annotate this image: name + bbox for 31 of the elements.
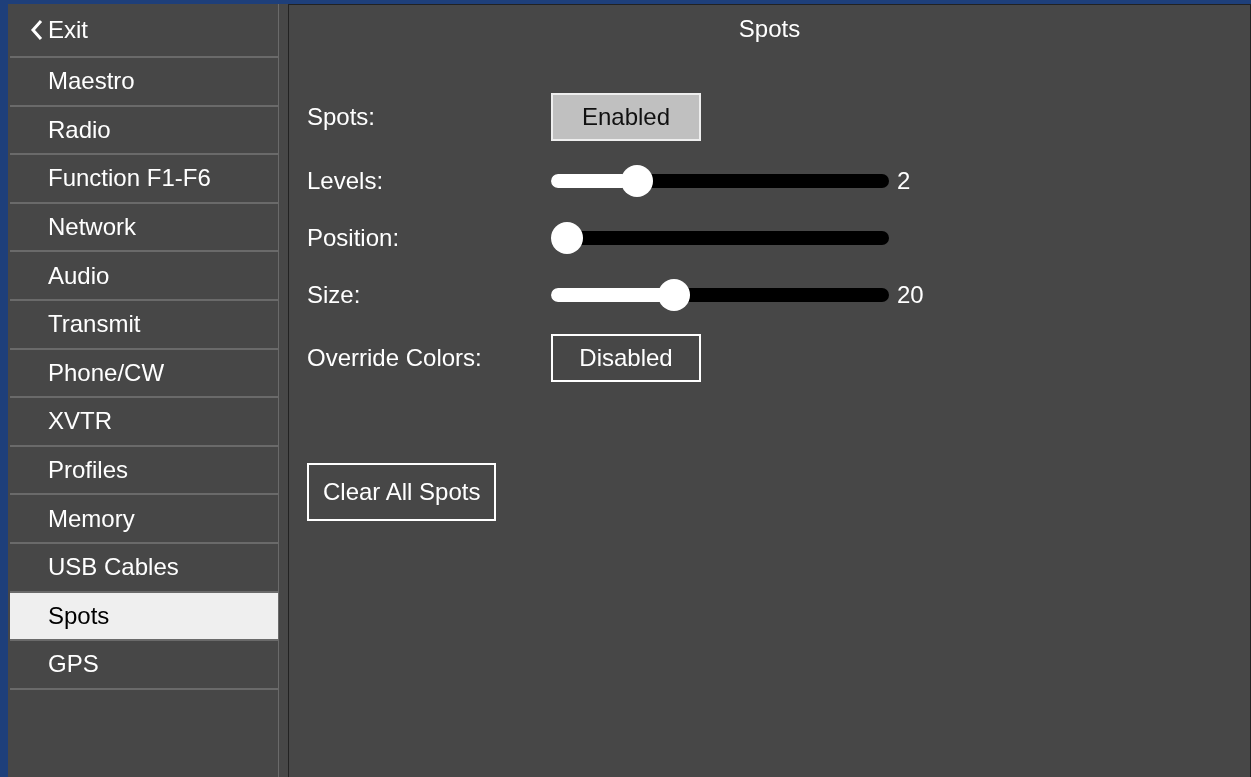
sidebar-item[interactable]: Profiles <box>10 446 278 496</box>
slider[interactable] <box>551 221 889 254</box>
chevron-left-icon <box>30 19 44 41</box>
sidebar-item[interactable]: GPS <box>10 641 278 690</box>
sidebar-item[interactable]: Audio <box>10 252 278 301</box>
slider-thumb[interactable] <box>658 278 691 311</box>
setting-label: Position: <box>307 223 401 252</box>
slider-thumb[interactable] <box>551 221 583 254</box>
toggle-button[interactable]: Disabled <box>551 334 701 382</box>
sidebar-item[interactable]: XVTR <box>10 398 278 447</box>
toggle-button[interactable]: Enabled <box>551 93 701 141</box>
sidebar-item[interactable]: Phone/CW <box>10 349 278 399</box>
setting-label: Size: <box>307 280 362 309</box>
slider-value: 2 <box>897 166 911 195</box>
setting-label: Override Colors: <box>307 344 483 372</box>
sidebar-item[interactable]: Transmit <box>10 300 278 350</box>
exit-button[interactable]: Exit <box>10 4 278 58</box>
sidebar-item[interactable]: Spots <box>10 592 278 642</box>
sidebar-item[interactable]: Radio <box>10 106 278 156</box>
setting-label: Spots: <box>307 103 377 131</box>
slider-thumb[interactable] <box>621 164 654 197</box>
slider-value: 20 <box>897 280 924 309</box>
sidebar-item[interactable]: Memory <box>10 495 278 544</box>
slider[interactable] <box>551 164 889 197</box>
setting-label: Levels: <box>307 166 385 195</box>
sidebar-item[interactable]: Maestro <box>10 58 278 107</box>
clear-all-button[interactable]: Clear All Spots <box>307 463 497 521</box>
panel-title: Spots <box>738 14 801 44</box>
sidebar-item[interactable]: Function F1-F6 <box>10 155 278 204</box>
slider[interactable] <box>551 278 889 311</box>
sidebar-item[interactable]: Network <box>10 203 278 253</box>
